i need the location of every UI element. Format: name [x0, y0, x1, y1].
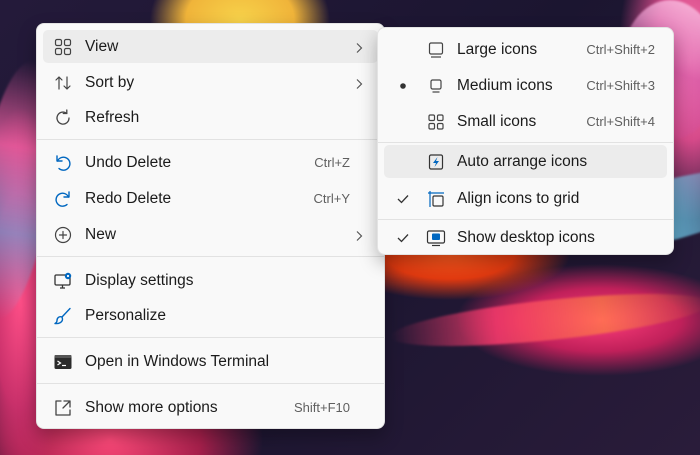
- shortcut-text: Ctrl+Y: [313, 191, 350, 206]
- bullet-icon: [396, 79, 410, 93]
- menu-item-undo-delete[interactable]: Undo Delete Ctrl+Z: [43, 146, 378, 179]
- desktop-icon: [426, 228, 446, 248]
- undo-icon: [53, 153, 73, 173]
- expand-icon: [53, 398, 73, 418]
- checkmark-icon: [396, 192, 410, 206]
- small-icons-icon: [426, 112, 446, 132]
- shortcut-text: Ctrl+Shift+3: [586, 78, 655, 93]
- display-icon: [53, 271, 73, 291]
- menu-item-label: Redo Delete: [85, 189, 172, 207]
- menu-divider: [378, 219, 673, 220]
- menu-item-label: Personalize: [85, 306, 166, 324]
- menu-item-open-terminal[interactable]: Open in Windows Terminal: [43, 345, 378, 378]
- add-icon: [53, 225, 73, 245]
- auto-arrange-icon: [426, 152, 446, 172]
- terminal-icon: [53, 352, 73, 372]
- submenu-item-medium-icons[interactable]: Medium icons Ctrl+Shift+3: [384, 69, 667, 102]
- menu-item-label: Display settings: [85, 271, 194, 289]
- menu-item-label: Refresh: [85, 108, 140, 126]
- submenu-item-small-icons[interactable]: Small icons Ctrl+Shift+4: [384, 105, 667, 138]
- menu-item-redo-delete[interactable]: Redo Delete Ctrl+Y: [43, 182, 378, 215]
- menu-divider: [37, 337, 384, 338]
- shortcut-text: Ctrl+Z: [314, 155, 350, 170]
- menu-item-label: Sort by: [85, 73, 135, 91]
- desktop-context-menu: View Sort by Refresh Undo Delete Ctrl+Z …: [36, 23, 385, 429]
- menu-divider: [37, 383, 384, 384]
- menu-item-display-settings[interactable]: Display settings: [43, 264, 378, 297]
- submenu-item-align-to-grid[interactable]: Align icons to grid: [384, 182, 667, 215]
- menu-divider: [378, 142, 673, 143]
- menu-item-label: Auto arrange icons: [457, 152, 588, 170]
- sort-icon: [53, 73, 73, 93]
- menu-divider: [37, 256, 384, 257]
- grid-icon: [53, 37, 73, 57]
- menu-item-show-more-options[interactable]: Show more options Shift+F10: [43, 391, 378, 424]
- selection-mark: [396, 155, 410, 169]
- menu-item-label: Large icons: [457, 40, 538, 58]
- redo-icon: [53, 189, 73, 209]
- align-grid-icon: [426, 189, 446, 209]
- menu-item-label: Open in Windows Terminal: [85, 352, 270, 370]
- menu-item-new[interactable]: New: [43, 218, 378, 251]
- menu-divider: [37, 139, 384, 140]
- menu-item-label: New: [85, 225, 117, 243]
- view-submenu: Large icons Ctrl+Shift+2 Medium icons Ct…: [377, 27, 674, 255]
- menu-item-label: Align icons to grid: [457, 189, 580, 207]
- large-icons-icon: [426, 40, 446, 60]
- medium-icons-icon: [426, 76, 446, 96]
- shortcut-text: Ctrl+Shift+4: [586, 114, 655, 129]
- chevron-right-icon: [354, 41, 364, 53]
- wallpaper-streak: [388, 283, 700, 357]
- selection-mark: [396, 115, 410, 129]
- menu-item-sort-by[interactable]: Sort by: [43, 66, 378, 99]
- selection-mark: [396, 43, 410, 57]
- menu-item-label: Undo Delete: [85, 153, 172, 171]
- submenu-item-show-desktop-icons[interactable]: Show desktop icons: [384, 221, 667, 254]
- menu-item-refresh[interactable]: Refresh: [43, 101, 378, 134]
- submenu-item-large-icons[interactable]: Large icons Ctrl+Shift+2: [384, 33, 667, 66]
- menu-item-label: Show desktop icons: [457, 228, 595, 246]
- chevron-right-icon: [354, 77, 364, 89]
- chevron-right-icon: [354, 229, 364, 241]
- menu-item-label: Small icons: [457, 112, 537, 130]
- menu-item-view[interactable]: View: [43, 30, 378, 63]
- menu-item-personalize[interactable]: Personalize: [43, 299, 378, 332]
- shortcut-text: Shift+F10: [293, 400, 350, 415]
- checkmark-icon: [396, 231, 410, 245]
- refresh-icon: [53, 108, 73, 128]
- menu-item-label: Medium icons: [457, 76, 553, 94]
- menu-item-label: Show more options: [85, 398, 218, 416]
- brush-icon: [53, 306, 73, 326]
- shortcut-text: Ctrl+Shift+2: [586, 42, 655, 57]
- menu-item-label: View: [85, 37, 119, 55]
- submenu-item-auto-arrange[interactable]: Auto arrange icons: [384, 145, 667, 178]
